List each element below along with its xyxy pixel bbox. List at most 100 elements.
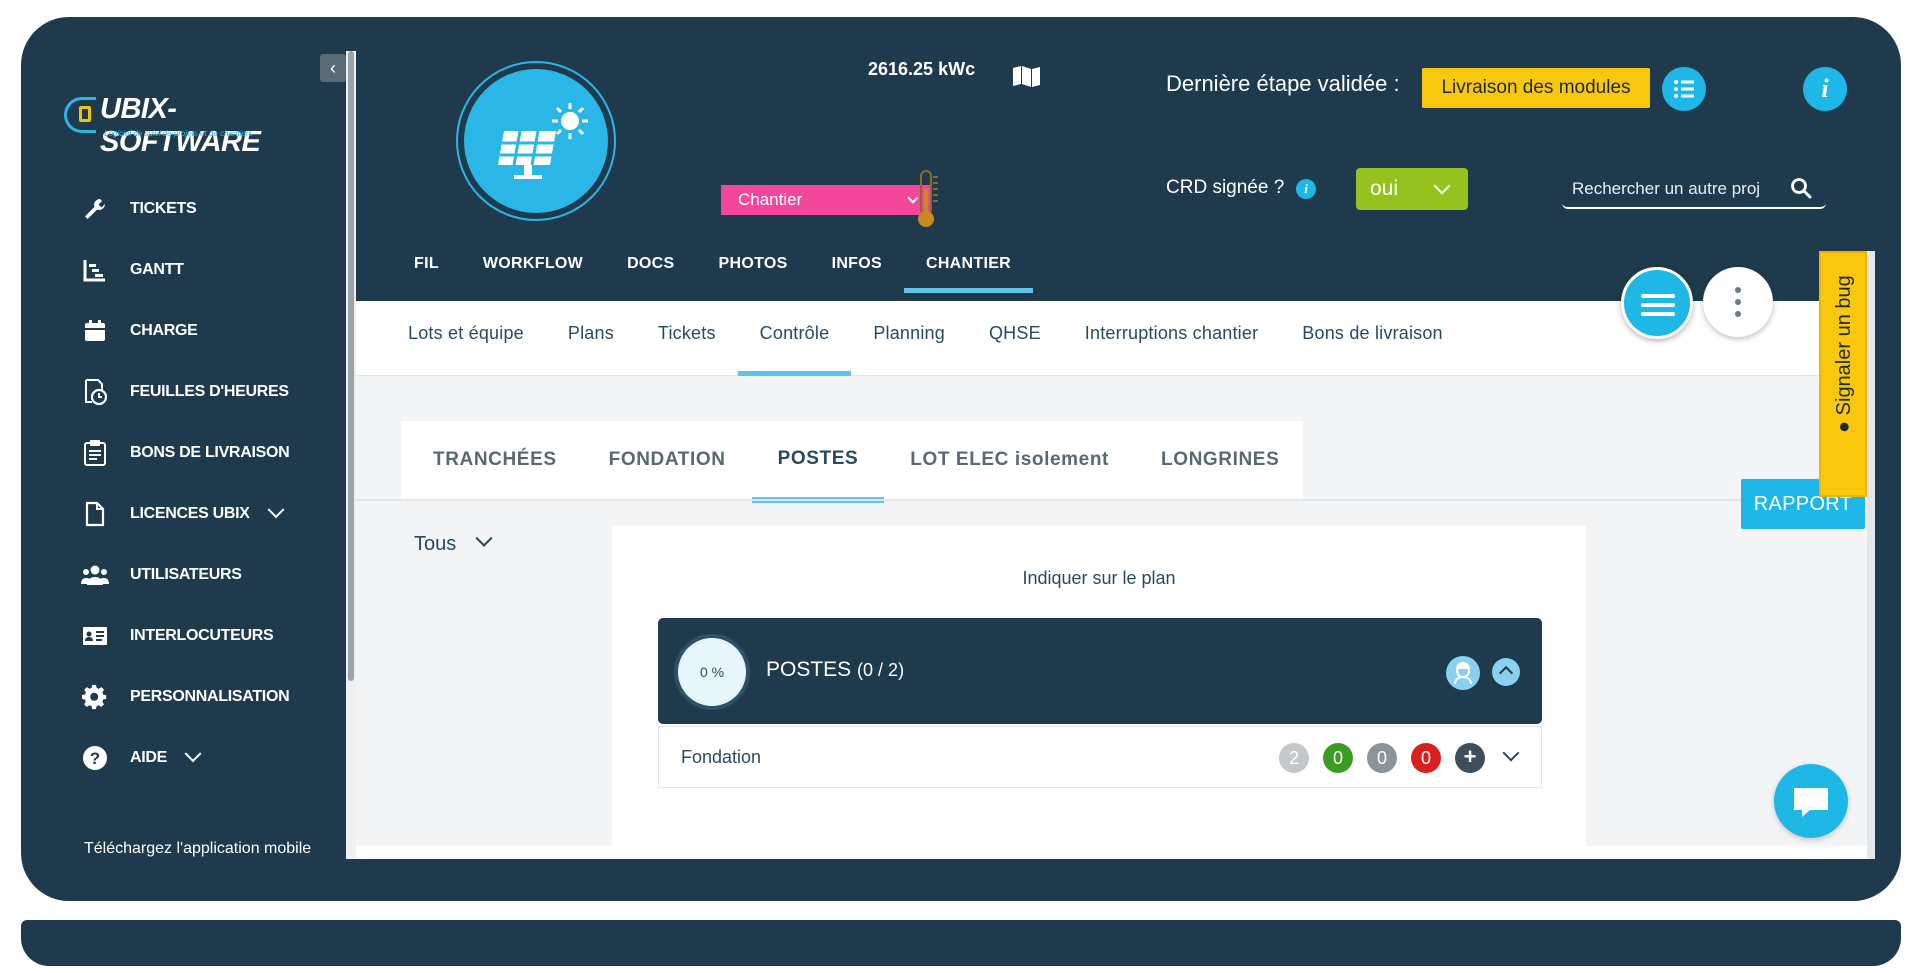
sidebar: ‹ UBIX-SOFTWARE Logiciel de suivi de pro… <box>62 51 346 859</box>
count-badge-ok: 0 <box>1323 743 1353 773</box>
logo-tagline: Logiciel de suivi de projets et de chant… <box>104 129 253 138</box>
info-icon: i <box>1821 74 1829 103</box>
tab-photos[interactable]: PHOTOS <box>697 241 810 301</box>
control-section-tabs: TRANCHÉES FONDATION POSTES LOT ELEC isol… <box>401 421 1305 503</box>
power-value: 2616.25 kWc <box>868 59 976 79</box>
subtab-tickets[interactable]: Tickets <box>636 301 738 376</box>
divider <box>356 499 1875 501</box>
subtab-bons-livraison[interactable]: Bons de livraison <box>1280 301 1464 376</box>
chevron-down-icon <box>475 529 493 547</box>
control-content: TRANCHÉES FONDATION POSTES LOT ELEC isol… <box>356 376 1875 859</box>
group-count: (0 / 2) <box>857 660 905 680</box>
chevron-down-icon[interactable] <box>1502 744 1520 762</box>
report-bug-tab[interactable]: ● Signaler un bug <box>1819 251 1867 497</box>
sidebar-item-licences[interactable]: LICENCES UBIX <box>62 483 346 544</box>
page-bottom <box>356 846 1875 859</box>
control-row[interactable]: Fondation 2 0 0 0 + <box>658 726 1542 788</box>
chat-button[interactable] <box>1774 764 1848 838</box>
sidebar-item-bons-livraison[interactable]: BONS DE LIVRAISON <box>62 422 346 483</box>
chevron-down-icon <box>184 744 202 762</box>
group-header[interactable]: 0 % POSTES (0 / 2) <box>658 618 1542 724</box>
chevron-up-icon[interactable] <box>1492 658 1520 686</box>
tab-infos[interactable]: INFOS <box>810 241 904 301</box>
page-scrollbar[interactable] <box>1867 251 1875 859</box>
last-step-badge[interactable]: Livraison des modules <box>1422 68 1650 108</box>
thermometer-icon <box>912 169 942 234</box>
sidebar-scrollbar[interactable] <box>346 51 356 859</box>
more-options-button[interactable] <box>1703 267 1773 337</box>
tab-workflow[interactable]: WORKFLOW <box>461 241 605 301</box>
sidebar-item-personnalisation[interactable]: PERSONNALISATION <box>62 666 346 727</box>
section-tab-tranchees[interactable]: TRANCHÉES <box>407 421 583 499</box>
row-label: Fondation <box>681 747 762 767</box>
sidebar-item-label: INTERLOCUTEURS <box>130 626 274 644</box>
sidebar-collapse-button[interactable]: ‹ <box>320 54 346 82</box>
solar-panel-icon <box>498 103 588 179</box>
logo-text: UBIX-SOFTWARE <box>100 93 261 158</box>
report-bug-label: ● Signaler un bug <box>1833 275 1855 433</box>
sidebar-item-tickets[interactable]: TICKETS <box>62 178 346 239</box>
project-header: 2616.25 kWc Chantier Dernière étape vali… <box>356 51 1875 339</box>
sidebar-item-charge[interactable]: CHARGE <box>62 300 346 361</box>
gear-icon <box>80 682 110 712</box>
section-tab-fondation[interactable]: FONDATION <box>583 421 752 499</box>
project-avatar[interactable] <box>464 69 608 213</box>
id-card-icon <box>80 621 110 651</box>
logo-mark-icon <box>64 97 96 133</box>
progress-value: 0 % <box>678 638 746 706</box>
crd-signed-select[interactable]: oui <box>1356 168 1468 210</box>
search-icon[interactable] <box>1790 177 1812 204</box>
timesheet-icon <box>80 377 110 407</box>
indicate-on-plan-link[interactable]: Indiquer sur le plan <box>612 568 1586 589</box>
sidebar-item-interlocuteurs[interactable]: INTERLOCUTEURS <box>62 605 346 666</box>
tab-fil[interactable]: FIL <box>356 241 461 301</box>
sidebar-item-label: UTILISATEURS <box>130 565 242 583</box>
count-badge-ko: 0 <box>1411 743 1441 773</box>
sidebar-item-label: TICKETS <box>130 199 197 217</box>
section-tab-lot-elec[interactable]: LOT ELEC isolement <box>884 421 1135 499</box>
laptop-base <box>21 920 1901 966</box>
tab-docs[interactable]: DOCS <box>605 241 696 301</box>
info-button[interactable]: i <box>1803 67 1847 111</box>
sidebar-item-utilisateurs[interactable]: UTILISATEURS <box>62 544 346 605</box>
sidebar-item-gantt[interactable]: GANTT <box>62 239 346 300</box>
section-tab-longrines[interactable]: LONGRINES <box>1135 421 1305 499</box>
group-title-text: POSTES <box>766 658 852 681</box>
subtab-planning[interactable]: Planning <box>851 301 967 376</box>
search-input[interactable] <box>1572 175 1782 203</box>
tab-chantier[interactable]: CHANTIER <box>903 241 1034 301</box>
hamburger-menu-button[interactable] <box>1621 267 1693 339</box>
chevron-down-icon <box>1433 177 1451 195</box>
sidebar-item-aide[interactable]: ? AIDE <box>62 727 346 788</box>
mobile-app-download-link[interactable]: Téléchargez l'application mobile <box>84 840 311 858</box>
count-badge-pending: 2 <box>1279 743 1309 773</box>
group-title: POSTES (0 / 2) <box>766 658 904 682</box>
logo[interactable]: UBIX-SOFTWARE Logiciel de suivi de proje… <box>62 93 332 158</box>
help-icon: ? <box>80 743 110 773</box>
project-type-select[interactable]: Chantier <box>721 185 931 215</box>
last-step-label: Dernière étape validée : <box>1166 71 1400 96</box>
sidebar-item-feuilles-heures[interactable]: FEUILLES D'HEURES <box>62 361 346 422</box>
workflow-list-button[interactable] <box>1662 67 1706 111</box>
calendar-icon <box>80 316 110 346</box>
sidebar-item-label: BONS DE LIVRAISON <box>130 443 290 461</box>
map-icon[interactable] <box>1012 65 1042 92</box>
list-icon <box>1674 80 1694 98</box>
users-icon <box>80 560 110 590</box>
info-icon[interactable]: i <box>1296 179 1316 199</box>
subtab-qhse[interactable]: QHSE <box>967 301 1063 376</box>
subtab-lots-equipe[interactable]: Lots et équipe <box>408 301 546 376</box>
sidebar-item-label: FEUILLES D'HEURES <box>130 382 289 400</box>
svg-text:?: ? <box>90 749 100 768</box>
add-button[interactable]: + <box>1455 743 1485 773</box>
main-tabs: FIL WORKFLOW DOCS PHOTOS INFOS CHANTIER <box>356 241 1034 301</box>
subtab-plans[interactable]: Plans <box>546 301 636 376</box>
subtab-interruptions[interactable]: Interruptions chantier <box>1063 301 1281 376</box>
sidebar-item-label: AIDE <box>130 748 168 766</box>
technician-icon[interactable] <box>1446 656 1480 690</box>
chat-icon <box>1794 788 1828 817</box>
crd-label: CRD signée ? <box>1166 177 1285 198</box>
section-tab-postes[interactable]: POSTES <box>751 421 885 503</box>
status-filter-select[interactable]: Tous <box>414 529 493 556</box>
subtab-controle[interactable]: Contrôle <box>737 301 852 377</box>
